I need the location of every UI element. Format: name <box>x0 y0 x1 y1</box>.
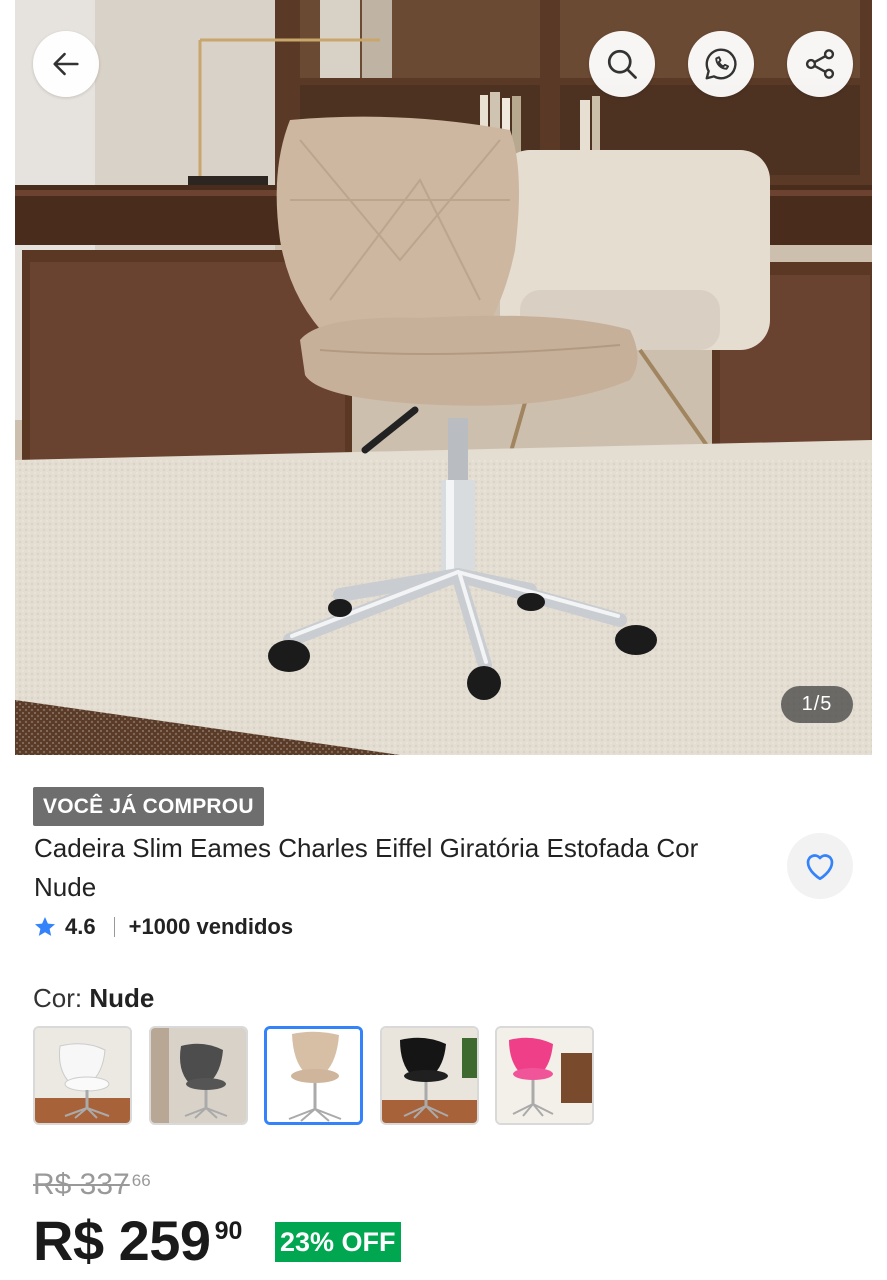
heart-icon <box>806 854 834 881</box>
discount-badge: 23% OFF <box>275 1222 401 1262</box>
variant-thumbnail-gray[interactable] <box>149 1026 248 1125</box>
arrow-left-icon <box>53 52 79 76</box>
color-label-text: Cor: <box>33 983 83 1013</box>
chair-nude-thumbnail <box>267 1029 360 1122</box>
product-image-gallery[interactable]: 1/5 <box>0 0 887 755</box>
divider <box>113 917 115 937</box>
chair-black-thumbnail <box>382 1028 477 1123</box>
variant-thumbnail-pink[interactable] <box>495 1026 594 1125</box>
current-price: R$ 259 90 <box>33 1208 242 1274</box>
search-button[interactable] <box>589 31 655 97</box>
share-icon <box>805 49 835 79</box>
whatsapp-icon <box>705 48 737 80</box>
chair-gray-thumbnail <box>151 1028 246 1123</box>
original-price-cents: 66 <box>131 1171 151 1190</box>
share-button[interactable] <box>787 31 853 97</box>
variant-thumbnail-nude[interactable] <box>264 1026 363 1125</box>
original-price: R$ 337 66 <box>33 1168 151 1202</box>
variant-thumbnail-white[interactable] <box>33 1026 132 1125</box>
purchased-badge: VOCÊ JÁ COMPROU <box>33 787 264 826</box>
favorite-button[interactable] <box>787 833 853 899</box>
gallery-edge <box>0 0 15 755</box>
whatsapp-share-button[interactable] <box>688 31 754 97</box>
rating-row[interactable]: 4.6 +1000 vendidos <box>33 910 293 944</box>
color-selector-label: Cor: Nude <box>33 983 154 1014</box>
search-icon <box>607 49 637 79</box>
chair-white-thumbnail <box>35 1028 130 1123</box>
chair-pink-thumbnail <box>497 1028 592 1123</box>
selected-color: Nude <box>89 983 155 1013</box>
back-button[interactable] <box>33 31 99 97</box>
current-price-cents: 90 <box>214 1217 243 1245</box>
current-price-value: R$ 259 <box>33 1209 211 1272</box>
gallery-edge <box>872 0 887 755</box>
sold-count: +1000 vendidos <box>128 914 294 939</box>
original-price-value: R$ 337 <box>33 1168 130 1201</box>
gallery-counter: 1/5 <box>781 686 853 723</box>
product-photo <box>0 0 887 755</box>
rating-value: 4.6 <box>65 914 96 939</box>
product-title: Cadeira Slim Eames Charles Eiffel Girató… <box>34 833 699 902</box>
variant-thumbnail-black[interactable] <box>380 1026 479 1125</box>
star-icon <box>35 917 55 936</box>
